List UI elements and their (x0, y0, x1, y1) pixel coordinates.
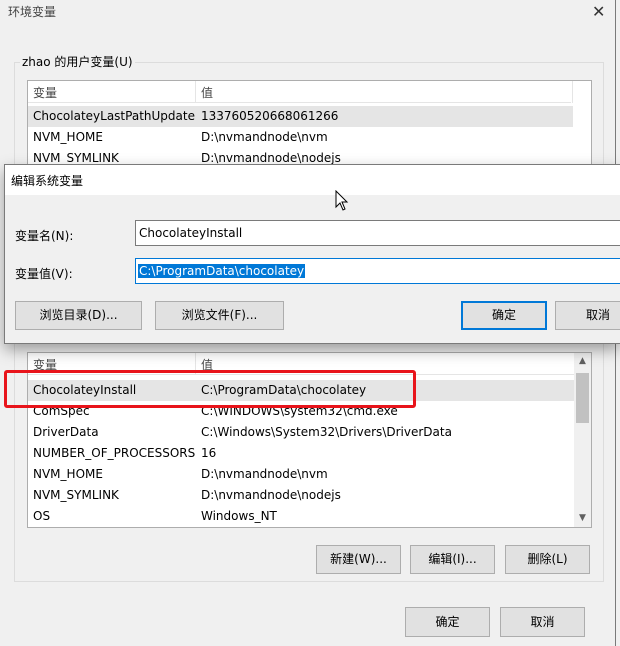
table-row[interactable]: OS Windows_NT (28, 506, 588, 527)
delete-button[interactable]: 删除(L) (505, 545, 590, 574)
dialog-ok-button[interactable]: 确定 (461, 301, 547, 330)
mouse-cursor-icon (335, 190, 349, 211)
dialog-titlebar: 编辑系统变量 (5, 165, 620, 195)
browse-directory-button[interactable]: 浏览目录(D)... (15, 301, 142, 330)
browse-file-button[interactable]: 浏览文件(F)... (155, 301, 284, 330)
table-row[interactable]: NVM_SYMLINK D:\nvmandnode\nodejs (28, 485, 588, 506)
var-name: OS (33, 509, 51, 523)
var-name: NVM_SYMLINK (33, 488, 119, 502)
var-value: D:\nvmandnode\nvm (201, 467, 328, 481)
variable-value-label: 变量值(V): (15, 267, 73, 281)
column-divider (572, 81, 573, 103)
vertical-scrollbar[interactable]: ▲ ▼ (574, 353, 591, 527)
scroll-up-icon[interactable]: ▲ (574, 353, 591, 370)
table-row[interactable]: ChocolateyLastPathUpdate 133760520668061… (28, 106, 573, 127)
variable-value-selected-text: C:\ProgramData\chocolatey (138, 264, 306, 278)
var-value: 133760520668061266 (201, 109, 339, 123)
dialog-cancel-button[interactable]: 取消 (555, 301, 620, 330)
highlight-box (4, 370, 416, 408)
table-row[interactable]: NVM_HOME D:\nvmandnode\nvm (28, 464, 588, 485)
variable-value-field[interactable]: C:\ProgramData\chocolatey (135, 258, 620, 284)
var-value: D:\nvmandnode\nvm (201, 130, 328, 144)
table-row[interactable]: NUMBER_OF_PROCESSORS 16 (28, 443, 588, 464)
list-header: 变量 值 (28, 81, 573, 103)
user-vars-list[interactable]: 变量 值 ChocolateyLastPathUpdate 1337605206… (27, 80, 592, 170)
user-vars-group-label: zhao 的用户变量(U) (20, 53, 135, 70)
variable-name-field[interactable]: ChocolateyInstall (135, 220, 620, 246)
ok-button[interactable]: 确定 (405, 607, 490, 637)
window-title: 环境变量 (8, 5, 57, 19)
var-value: D:\nvmandnode\nodejs (201, 488, 341, 502)
column-divider (195, 81, 196, 103)
var-name: NVM_SYMLINK (33, 151, 119, 165)
edit-variable-dialog: 编辑系统变量 变量名(N): ChocolateyInstall 变量值(V):… (4, 164, 620, 344)
var-name: NVM_HOME (33, 130, 103, 144)
var-value: Windows_NT (201, 509, 277, 523)
scroll-down-icon[interactable]: ▼ (574, 510, 591, 527)
var-name: NUMBER_OF_PROCESSORS (33, 446, 196, 460)
var-value: C:\Windows\System32\Drivers\DriverData (201, 425, 452, 439)
dialog-title: 编辑系统变量 (11, 174, 84, 188)
table-row[interactable]: DriverData C:\Windows\System32\Drivers\D… (28, 422, 588, 443)
new-button[interactable]: 新建(W)... (316, 545, 401, 574)
var-name: ChocolateyLastPathUpdate (33, 109, 195, 123)
edit-button[interactable]: 编辑(I)... (410, 545, 495, 574)
cancel-button[interactable]: 取消 (500, 607, 585, 637)
variable-name-label: 变量名(N): (15, 229, 74, 243)
var-value: 16 (201, 446, 217, 460)
column-header-name[interactable]: 变量 (33, 84, 57, 101)
table-row[interactable]: NVM_HOME D:\nvmandnode\nvm (28, 127, 588, 148)
var-name: NVM_HOME (33, 467, 103, 481)
column-header-value[interactable]: 值 (201, 84, 213, 101)
variable-name-value: ChocolateyInstall (139, 226, 243, 240)
scroll-thumb[interactable] (576, 373, 589, 423)
close-icon[interactable]: ✕ (592, 2, 605, 21)
var-name: DriverData (33, 425, 99, 439)
var-value: D:\nvmandnode\nodejs (201, 151, 341, 165)
